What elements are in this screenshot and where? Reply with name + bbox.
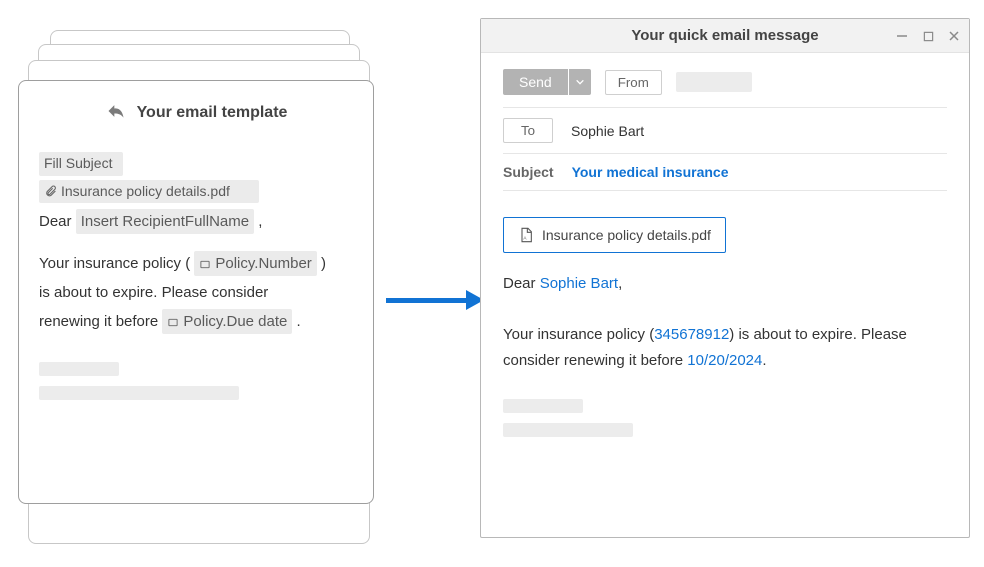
message-greeting: Dear Sophie Bart, [503,271,947,297]
due-date-value: 10/20/2024 [687,352,762,369]
message-body[interactable]: Dear Sophie Bart, Your insurance policy … [503,271,947,437]
from-button[interactable]: From [605,70,662,95]
template-greeting-row: Dear Insert RecipientFullName , [39,209,353,235]
policy-due-field-text: Policy.Due date [183,313,287,330]
policy-number-field[interactable]: Policy.Number [194,251,316,276]
skeleton-line [39,386,239,400]
recipient-name-link: Sophie Bart [540,275,618,292]
attachment-name: Insurance policy details.pdf [542,227,711,243]
send-dropdown-button[interactable] [568,69,591,95]
svg-text:A: A [523,236,527,241]
window-titlebar: Your quick email message [481,19,969,53]
to-row: To Sophie Bart [503,118,947,143]
template-header: Your email template [39,101,353,124]
subject-value[interactable]: Your medical insurance [572,164,729,180]
skeleton-line [503,423,633,437]
divider [503,190,947,191]
policy-number-value: 345678912 [654,326,729,343]
attachment-chip[interactable]: A Insurance policy details.pdf [503,217,726,253]
message-paragraph: Your insurance policy (345678912) is abo… [503,322,947,373]
subject-label: Subject [503,164,554,180]
subject-placeholder[interactable]: Fill Subject [39,152,123,176]
pdf-file-icon: A [518,226,534,244]
template-card: Your email template Fill Subject Insuran… [18,80,374,504]
template-body: Your insurance policy ( Policy.Number ) … [39,249,353,337]
divider [503,153,947,154]
minimize-icon[interactable] [895,29,909,43]
compose-body: Send From To Sophie Bart Subject Your me… [481,53,969,455]
body-text-1: Your insurance policy ( [39,255,190,272]
attachment-placeholder[interactable]: Insurance policy details.pdf [39,180,259,204]
reply-icon [105,101,127,124]
skeleton-line [39,362,119,376]
policy-number-field-text: Policy.Number [215,255,311,272]
to-value[interactable]: Sophie Bart [571,123,644,139]
greeting-comma: , [258,213,262,230]
greeting-suffix: , [618,275,622,292]
template-stack: Your email template Fill Subject Insuran… [18,30,374,546]
maximize-icon[interactable] [921,29,935,43]
send-button[interactable]: Send [503,69,568,95]
greeting-prefix: Dear [39,213,72,230]
divider [503,107,947,108]
from-value-placeholder [676,72,752,92]
greeting-prefix: Dear [503,275,540,292]
body-text-4: renewing it before [39,313,158,330]
body-text-3: is about to expire. Please consider [39,278,353,307]
window-controls [895,19,961,53]
subject-row: Subject Your medical insurance [503,164,947,180]
policy-due-field[interactable]: Policy.Due date [162,309,292,334]
send-button-group: Send [503,69,591,95]
to-button[interactable]: To [503,118,553,143]
arrow-icon [386,288,484,312]
chevron-down-icon [575,77,585,87]
close-icon[interactable] [947,29,961,43]
skeleton-line [503,399,583,413]
body-end: . [297,313,301,330]
attachment-placeholder-text: Insurance policy details.pdf [61,183,230,199]
body-suffix: . [762,352,766,369]
body-text-2: ) [321,255,326,272]
compose-window: Your quick email message Send From [480,18,970,538]
recipient-placeholder[interactable]: Insert RecipientFullName [76,209,254,234]
send-row: Send From [503,69,947,95]
body-prefix: Your insurance policy ( [503,326,654,343]
template-title-text: Your email template [137,104,288,122]
